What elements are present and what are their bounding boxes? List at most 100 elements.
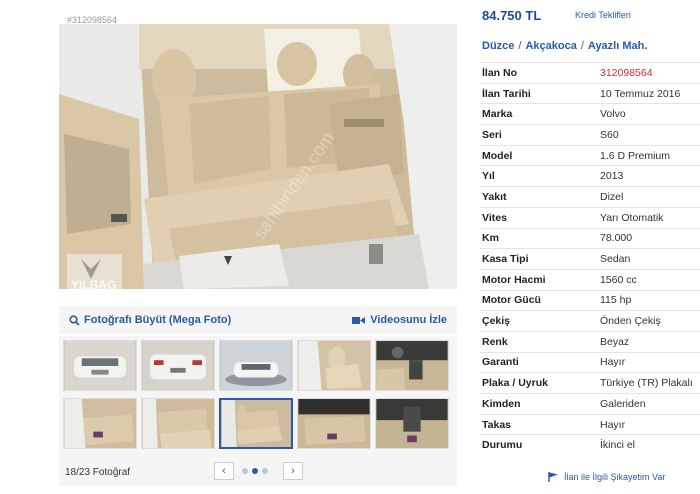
detail-key: Yıl bbox=[482, 170, 495, 183]
credit-offers-link[interactable]: Kredi Teklifleri bbox=[575, 10, 631, 20]
thumbnail-front-seats[interactable] bbox=[297, 340, 371, 391]
detail-value: Önden Çekiş bbox=[600, 315, 661, 328]
price: 84.750 TL bbox=[482, 8, 542, 23]
detail-row: Yakıt Dizel bbox=[480, 186, 700, 207]
thumbnail-rear-floor[interactable] bbox=[297, 398, 371, 449]
location-neighborhood[interactable]: Ayazlı Mah. bbox=[588, 40, 648, 52]
detail-value: 2013 bbox=[600, 170, 624, 183]
detail-row: Marka Volvo bbox=[480, 103, 700, 124]
detail-row: Garanti Hayır bbox=[480, 351, 700, 373]
detail-value: 1.6 D Premium bbox=[600, 149, 671, 162]
photo-gallery: #312098564 sahibinden.com YILBAG Fotoğra… bbox=[59, 0, 457, 494]
car-interior-photo: sahibinden.com YILBAG bbox=[59, 24, 457, 289]
gallery-footer: 18/23 Fotoğraf ‹ › bbox=[59, 456, 457, 486]
detail-key: Garanti bbox=[482, 356, 519, 369]
complaint-link[interactable]: İlan ile İlgili Şikayetim Var bbox=[548, 472, 665, 482]
detail-value: Hayır bbox=[600, 418, 626, 431]
page-dot[interactable] bbox=[242, 468, 248, 474]
thumbnail-rear-seats-1[interactable] bbox=[141, 398, 215, 449]
video-link[interactable]: Videosunu İzle bbox=[352, 314, 447, 326]
thumbnail-car-showroom[interactable] bbox=[219, 340, 293, 391]
detail-value: S60 bbox=[600, 128, 619, 141]
dealer-logo: YILBAG bbox=[71, 278, 116, 289]
detail-row: Plaka / Uyruk Türkiye (TR) Plakalı bbox=[480, 372, 700, 393]
detail-value: 78.000 bbox=[600, 232, 633, 245]
detail-value: Sedan bbox=[600, 253, 631, 266]
detail-value: 1560 cc bbox=[600, 273, 637, 286]
prev-photo-button[interactable]: ‹ bbox=[214, 462, 234, 480]
detail-key: Kimden bbox=[482, 397, 521, 410]
detail-key: İlan Tarihi bbox=[482, 87, 531, 100]
detail-row: Renk Beyaz bbox=[480, 330, 700, 352]
detail-key: Kasa Tipi bbox=[482, 253, 529, 266]
enlarge-photo-link[interactable]: Fotoğrafı Büyüt (Mega Foto) bbox=[69, 314, 231, 326]
page-dot-active[interactable] bbox=[252, 468, 258, 474]
photo-toolbar: Fotoğrafı Büyüt (Mega Foto) Videosunu İz… bbox=[59, 306, 457, 334]
detail-row: Model 1.6 D Premium bbox=[480, 144, 700, 166]
detail-value: Hayır bbox=[600, 356, 626, 369]
next-photo-button[interactable]: › bbox=[283, 462, 303, 480]
location-city[interactable]: Düzce bbox=[482, 40, 514, 52]
location-separator: / bbox=[518, 40, 522, 52]
detail-row: İlan Tarihi 10 Temmuz 2016 bbox=[480, 82, 700, 104]
thumbnail-rear-seats-2[interactable] bbox=[219, 398, 293, 449]
detail-key: Durumu bbox=[482, 439, 523, 452]
thumbnail-strip bbox=[59, 336, 457, 456]
location-separator: / bbox=[580, 40, 584, 52]
detail-key: Model bbox=[482, 149, 513, 162]
magnifier-icon bbox=[69, 314, 80, 326]
page-dot[interactable] bbox=[262, 468, 268, 474]
detail-value: 10 Temmuz 2016 bbox=[600, 87, 681, 100]
detail-key: Takas bbox=[482, 418, 511, 431]
detail-value: Türkiye (TR) Plakalı bbox=[600, 377, 693, 390]
thumbnail-door-interior[interactable] bbox=[63, 398, 137, 449]
detail-key: Plaka / Uyruk bbox=[482, 377, 548, 390]
listing-info-panel: 84.750 TL Kredi Teklifleri Düzce / Akçak… bbox=[480, 0, 700, 494]
detail-row: Motor Gücü 115 hp bbox=[480, 289, 700, 311]
location-breadcrumb: Düzce / Akçakoca / Ayazlı Mah. bbox=[482, 40, 647, 52]
detail-row: Kimden Galeriden bbox=[480, 393, 700, 414]
detail-row: Çekiş Önden Çekiş bbox=[480, 310, 700, 331]
thumbnail-center-console[interactable] bbox=[375, 398, 449, 449]
detail-row: Yıl 2013 bbox=[480, 165, 700, 186]
detail-key: Marka bbox=[482, 108, 513, 121]
complaint-label: İlan ile İlgili Şikayetim Var bbox=[564, 472, 666, 482]
detail-row: İlan No 312098564 bbox=[480, 62, 700, 83]
detail-key: Yakıt bbox=[482, 190, 507, 203]
detail-key: Motor Gücü bbox=[482, 294, 541, 307]
enlarge-photo-label: Fotoğrafı Büyüt (Mega Foto) bbox=[84, 314, 232, 326]
detail-row: Km 78.000 bbox=[480, 227, 700, 249]
photo-count: 18/23 Fotoğraf bbox=[65, 467, 131, 478]
detail-row: Kasa Tipi Sedan bbox=[480, 248, 700, 269]
detail-value: Dizel bbox=[600, 190, 624, 203]
main-photo[interactable]: sahibinden.com YILBAG bbox=[59, 24, 457, 289]
detail-value: Galeriden bbox=[600, 397, 646, 410]
detail-value: Beyaz bbox=[600, 335, 630, 348]
detail-value: 312098564 bbox=[600, 66, 653, 79]
detail-row: Seri S60 bbox=[480, 124, 700, 145]
detail-key: Motor Hacmi bbox=[482, 273, 546, 286]
detail-key: Seri bbox=[482, 128, 502, 141]
flag-icon bbox=[548, 472, 558, 482]
thumbnail-dashboard[interactable] bbox=[375, 340, 449, 391]
thumbnail-car-rear[interactable] bbox=[141, 340, 215, 391]
detail-value: Volvo bbox=[600, 108, 626, 121]
detail-key: Km bbox=[482, 232, 499, 245]
detail-value: Yarı Otomatik bbox=[600, 211, 664, 224]
location-district[interactable]: Akçakoca bbox=[525, 40, 576, 52]
detail-key: İlan No bbox=[482, 66, 518, 79]
detail-key: Vites bbox=[482, 211, 507, 224]
video-label: Videosunu İzle bbox=[370, 314, 447, 326]
detail-key: Renk bbox=[482, 335, 508, 348]
page-dots bbox=[242, 468, 268, 474]
detail-row: Takas Hayır bbox=[480, 413, 700, 435]
listing-details-table: İlan No 312098564 İlan Tarihi 10 Temmuz 201… bbox=[480, 62, 700, 455]
detail-row: Durumu İkinci el bbox=[480, 434, 700, 455]
thumbnail-car-front[interactable] bbox=[63, 340, 137, 391]
detail-row: Motor Hacmi 1560 cc bbox=[480, 268, 700, 290]
video-camera-icon bbox=[352, 316, 366, 324]
detail-value: İkinci el bbox=[600, 439, 636, 452]
detail-row: Vites Yarı Otomatik bbox=[480, 206, 700, 228]
detail-key: Çekiş bbox=[482, 315, 511, 328]
detail-value: 115 hp bbox=[600, 294, 632, 307]
